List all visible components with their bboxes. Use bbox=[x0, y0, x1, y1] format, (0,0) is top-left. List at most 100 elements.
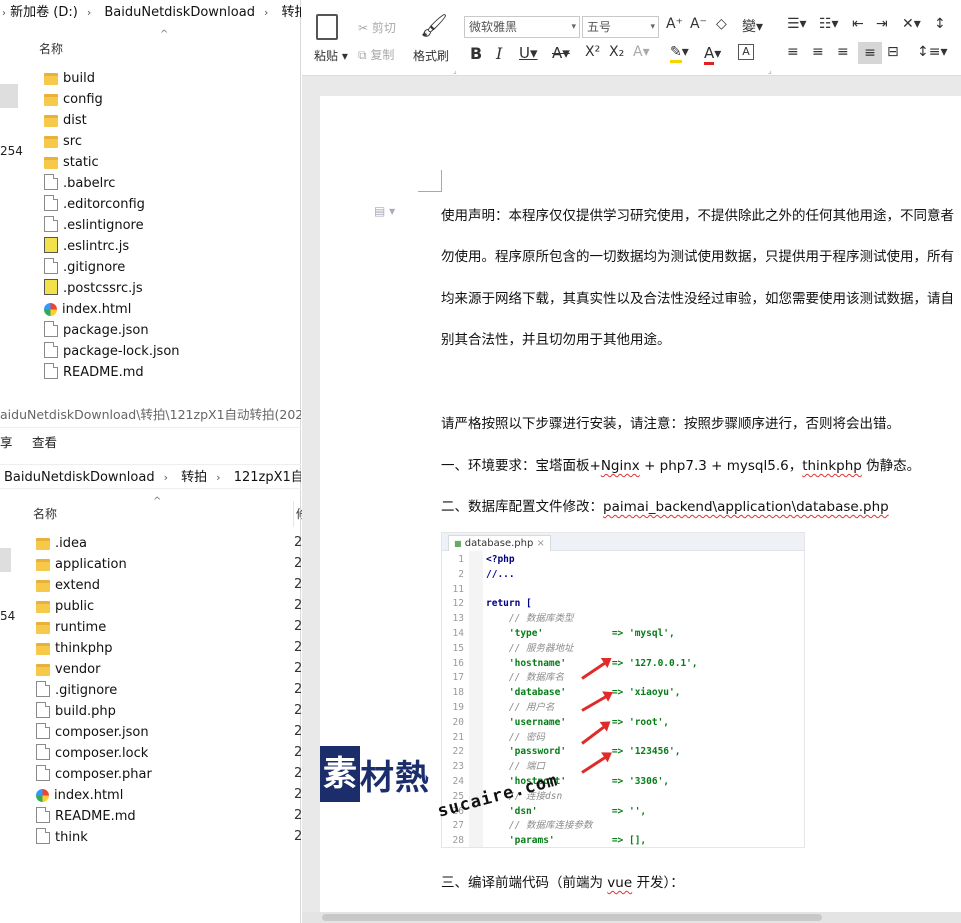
file-list-item[interactable]: composer.phar bbox=[36, 764, 152, 785]
install-note: 请严格按照以下步骤进行安装，请注意：按照步骤顺序进行，否则将会出错。 bbox=[441, 416, 900, 432]
underline-icon[interactable]: U▾ bbox=[519, 44, 538, 62]
file-list-item[interactable]: .editorconfig bbox=[44, 194, 145, 215]
file-list-item[interactable]: think bbox=[36, 827, 88, 848]
file-name: composer.lock bbox=[55, 746, 149, 761]
column-header-name[interactable]: 名称 bbox=[39, 36, 63, 62]
file-list-item[interactable]: README.md bbox=[44, 362, 144, 383]
file-list-item[interactable]: .postcssrc.js bbox=[44, 278, 143, 299]
folder-icon bbox=[36, 643, 50, 655]
file-list-item[interactable]: index.html bbox=[44, 299, 131, 320]
numbered-list-icon[interactable]: ☷▾ bbox=[819, 16, 839, 32]
line-spacing-icon[interactable]: ↕≡▾ bbox=[917, 44, 948, 60]
file-list-item[interactable]: .idea bbox=[36, 533, 87, 554]
distributed-icon[interactable]: ⊟ bbox=[887, 44, 899, 60]
file-list-item[interactable]: .eslintignore bbox=[44, 215, 144, 236]
clear-format-icon[interactable]: ◇ bbox=[716, 16, 727, 32]
align-right-icon[interactable]: ≡ bbox=[837, 44, 849, 60]
scrollbar-thumb[interactable] bbox=[322, 914, 822, 921]
file-list-item[interactable]: config bbox=[44, 89, 103, 110]
file-list-item[interactable]: dist bbox=[44, 110, 87, 131]
bullet-list-icon[interactable]: ☰▾ bbox=[787, 16, 807, 32]
word-ribbon: 粘贴 ▾ ✂ 剪切 ⧉ 复制 🖌 格式刷 ⌟ 微软雅黑 ▾ 五号 ▾ A⁺ A⁻ ◇… bbox=[302, 0, 961, 76]
file-list-item[interactable]: application bbox=[36, 554, 127, 575]
file-list-item[interactable]: build bbox=[44, 68, 95, 89]
breadcrumb-item[interactable]: 转拍 bbox=[282, 5, 302, 20]
phonetic-icon[interactable]: 變▾ bbox=[742, 16, 763, 36]
bold-icon[interactable]: B bbox=[470, 44, 482, 63]
justify-icon[interactable]: ≡ bbox=[858, 42, 882, 64]
cut-button[interactable]: ✂ 剪切 bbox=[358, 19, 396, 36]
file-list-item[interactable]: public bbox=[36, 596, 94, 617]
file-name: application bbox=[55, 557, 127, 572]
file-list-item[interactable]: src bbox=[44, 131, 82, 152]
font-size-select[interactable]: 五号 ▾ bbox=[582, 16, 659, 38]
ribbon-tab-view[interactable]: 查看 bbox=[32, 430, 57, 456]
line-number: 16 bbox=[452, 657, 464, 669]
superscript-icon[interactable]: X² bbox=[585, 44, 600, 60]
format-painter-icon[interactable]: 🖌 bbox=[420, 14, 448, 40]
subscript-icon[interactable]: X₂ bbox=[609, 44, 624, 60]
increase-indent-icon[interactable]: ⇥ bbox=[876, 16, 888, 32]
chinese-layout-icon[interactable]: ✕▾ bbox=[902, 16, 921, 32]
file-list-item[interactable]: thinkphp bbox=[36, 638, 112, 659]
font-dialog-launcher-icon[interactable]: ⌟ bbox=[768, 66, 772, 75]
file-list-item[interactable]: .babelrc bbox=[44, 173, 115, 194]
html-file-icon bbox=[36, 789, 49, 802]
italic-icon[interactable]: I bbox=[496, 44, 502, 63]
horizontal-scrollbar[interactable] bbox=[302, 912, 961, 923]
copy-button[interactable]: ⧉ 复制 bbox=[358, 46, 394, 63]
strikethrough-icon[interactable]: A▾ bbox=[552, 44, 570, 62]
font-name-select[interactable]: 微软雅黑 ▾ bbox=[464, 16, 580, 38]
address-bar[interactable]: › 新加卷 (D:)› BaiduNetdiskDownload› 转拍› bbox=[0, 0, 301, 25]
align-center-icon[interactable]: ≡ bbox=[812, 44, 824, 60]
breadcrumb-item[interactable]: 转拍 bbox=[181, 470, 207, 485]
disclaimer-line: 勿使用。程序原所包含的一切数据均为测试使用数据，只提供用于程序测试使用，所有 bbox=[441, 249, 954, 265]
breadcrumb-item[interactable]: 121zpX1自动转 bbox=[234, 470, 301, 485]
text-effect-icon[interactable]: A▾ bbox=[633, 44, 650, 60]
align-left-icon[interactable]: ≡ bbox=[787, 44, 799, 60]
breadcrumb-item[interactable]: BaiduNetdiskDownload bbox=[4, 470, 155, 485]
font-color-icon[interactable]: A▾ bbox=[704, 44, 721, 65]
line-number: 12 bbox=[452, 598, 464, 610]
file-icon bbox=[36, 702, 50, 718]
paste-button[interactable]: 粘贴 ▾ bbox=[314, 47, 348, 64]
step-1-mid: + php7.3 + mysql5.6， bbox=[639, 458, 803, 474]
file-list-item[interactable]: .gitignore bbox=[36, 680, 117, 701]
file-list-item[interactable]: extend bbox=[36, 575, 100, 596]
ribbon-tab-share[interactable]: 享 bbox=[0, 430, 13, 456]
file-list-item[interactable]: vendor bbox=[36, 659, 100, 680]
file-list-item[interactable]: runtime bbox=[36, 617, 106, 638]
sort-icon[interactable]: ↕ bbox=[934, 16, 946, 32]
file-list-item[interactable]: .eslintrc.js bbox=[44, 236, 129, 257]
grow-font-icon[interactable]: A⁺ bbox=[666, 16, 683, 32]
file-list-item[interactable]: README.md bbox=[36, 806, 136, 827]
file-list-item[interactable]: package-lock.json bbox=[44, 341, 180, 362]
file-list-item[interactable]: .gitignore bbox=[44, 257, 125, 278]
nav-selected-item[interactable] bbox=[0, 548, 11, 572]
disclaimer-line: 使用声明：本程序仅仅提供学习研究使用，不提供除此之外的任何其他用途，不同意者 bbox=[441, 208, 954, 224]
address-bar[interactable]: BaiduNetdiskDownload› 转拍› 121zpX1自动转 bbox=[0, 464, 301, 489]
decrease-indent-icon[interactable]: ⇤ bbox=[852, 16, 864, 32]
file-list-item[interactable]: static bbox=[44, 152, 99, 173]
paragraph-handle-icon[interactable]: ▤ ▾ bbox=[374, 204, 395, 218]
char-border-icon[interactable]: A bbox=[738, 44, 754, 60]
paste-icon[interactable] bbox=[316, 14, 338, 40]
shrink-font-icon[interactable]: A⁻ bbox=[690, 16, 707, 32]
highlight-color-icon[interactable]: ✎▾ bbox=[670, 44, 689, 63]
breadcrumb-item[interactable]: 新加卷 (D:) bbox=[10, 5, 78, 20]
disclaimer-line: 均来源于网络下载，其真实性以及合法性没经过审验，如您需要使用该测试数据，请自 bbox=[441, 291, 954, 307]
file-list-item[interactable]: composer.lock bbox=[36, 743, 148, 764]
file-list-item[interactable]: index.html bbox=[36, 785, 123, 806]
file-list-item[interactable]: composer.json bbox=[36, 722, 149, 743]
code-line: 15 // 服务器地址 bbox=[442, 642, 804, 657]
nav-selected-item[interactable] bbox=[0, 84, 18, 108]
breadcrumb-item[interactable]: BaiduNetdiskDownload bbox=[104, 5, 255, 20]
file-list-item[interactable]: build.php bbox=[36, 701, 116, 722]
format-painter-button[interactable]: 格式刷 bbox=[413, 47, 449, 64]
clipboard-dialog-launcher-icon[interactable]: ⌟ bbox=[453, 66, 457, 75]
line-number: 19 bbox=[452, 702, 464, 713]
code-text: return [ bbox=[486, 598, 532, 610]
file-list-item[interactable]: package.json bbox=[44, 320, 149, 341]
code-line: 14 'type' => 'mysql', bbox=[442, 627, 804, 642]
column-header-name[interactable]: 名称 bbox=[33, 501, 57, 527]
